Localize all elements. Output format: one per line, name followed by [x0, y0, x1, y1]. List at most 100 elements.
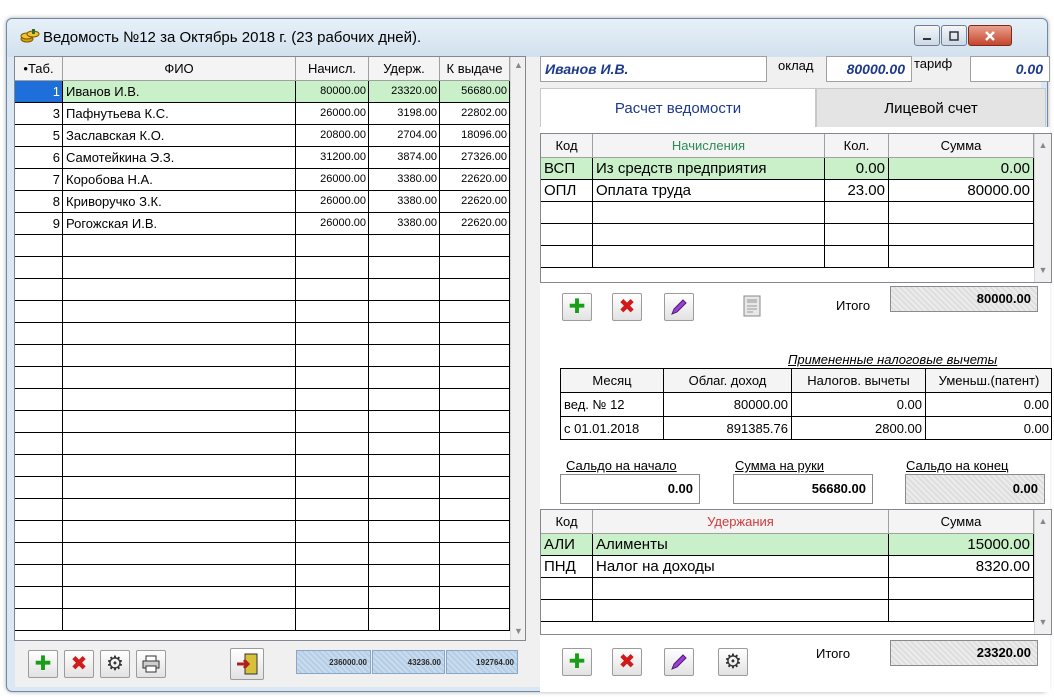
cell-tab[interactable] [15, 455, 63, 477]
deduction-cell-name[interactable]: Налог на доходы [593, 556, 889, 578]
deduction-cell-kod[interactable] [541, 600, 593, 622]
cell-tab[interactable] [15, 411, 63, 433]
cell-k-vydache[interactable] [440, 301, 510, 323]
cell-uderzh[interactable] [369, 301, 440, 323]
delete-employee-button[interactable]: ✖ [64, 650, 94, 678]
accrual-cell-name[interactable] [593, 224, 825, 246]
accruals-scrollbar[interactable]: ▲ ▼ [1034, 134, 1051, 282]
cell-fio[interactable]: Пафнутьева К.С. [63, 103, 296, 125]
print-button[interactable] [136, 650, 166, 678]
cell-fio[interactable] [63, 389, 296, 411]
cell-nach[interactable] [296, 345, 369, 367]
cell-fio[interactable] [63, 411, 296, 433]
edit-deduction-button[interactable] [664, 648, 694, 676]
col-header-tab[interactable]: •Таб. [15, 57, 63, 81]
cell-fio[interactable] [63, 367, 296, 389]
table-row[interactable] [15, 543, 510, 565]
accrual-cell-summa[interactable]: 0.00 [889, 158, 1034, 180]
cell-uderzh[interactable]: 3380.00 [369, 213, 440, 235]
exit-button[interactable] [230, 648, 264, 680]
table-row[interactable] [15, 587, 510, 609]
cell-fio[interactable] [63, 279, 296, 301]
title-bar[interactable]: Ведомость №12 за Октябрь 2018 г. (23 раб… [7, 19, 1047, 57]
table-row[interactable]: 8 Криворучко З.К. 26000.00 3380.00 22620.00 [15, 191, 510, 213]
cell-tab[interactable]: 6 [15, 147, 63, 169]
col-header-fio[interactable]: ФИО [63, 57, 296, 81]
cell-tab[interactable] [15, 345, 63, 367]
cell-k-vydache[interactable] [440, 279, 510, 301]
settings-button[interactable]: ⚙ [100, 650, 130, 678]
cell-uderzh[interactable]: 23320.00 [369, 81, 440, 103]
deduction-cell-summa[interactable]: 8320.00 [889, 556, 1034, 578]
table-row[interactable] [15, 345, 510, 367]
deductions-grid[interactable]: Код Удержания Сумма АЛИ Алименты 15000.00 П… [540, 509, 1052, 635]
cell-k-vydache[interactable] [440, 477, 510, 499]
calc-accrual-button[interactable] [735, 290, 769, 322]
cell-tab[interactable]: 8 [15, 191, 63, 213]
accrual-cell-summa[interactable] [889, 246, 1034, 268]
table-row[interactable] [15, 521, 510, 543]
table-row[interactable]: 7 Коробова Н.А. 26000.00 3380.00 22620.00 [15, 169, 510, 191]
cell-nach[interactable] [296, 301, 369, 323]
cell-fio[interactable] [63, 323, 296, 345]
table-row[interactable] [15, 301, 510, 323]
cell-tab[interactable] [15, 521, 63, 543]
cell-uderzh[interactable]: 3198.00 [369, 103, 440, 125]
tab-licevoy-schet[interactable]: Лицевой счет [816, 88, 1046, 128]
cell-nach[interactable]: 26000.00 [296, 169, 369, 191]
cell-k-vydache[interactable] [440, 609, 510, 631]
employees-grid[interactable]: •Таб. ФИО Начисл. Удерж. К выдаче 1 Ивано… [14, 56, 526, 641]
cell-k-vydache[interactable]: 22620.00 [440, 191, 510, 213]
cell-uderzh[interactable]: 3380.00 [369, 191, 440, 213]
table-row[interactable] [541, 600, 1034, 622]
cell-fio[interactable] [63, 499, 296, 521]
table-row[interactable]: 1 Иванов И.В. 80000.00 23320.00 56680.00 [15, 81, 510, 103]
cell-tab[interactable]: 1 [15, 81, 63, 103]
cell-k-vydache[interactable] [440, 455, 510, 477]
cell-tab[interactable] [15, 609, 63, 631]
cell-k-vydache[interactable] [440, 587, 510, 609]
cell-fio[interactable] [63, 455, 296, 477]
cell-tab[interactable]: 9 [15, 213, 63, 235]
accrual-cell-kod[interactable] [541, 246, 593, 268]
cell-k-vydache[interactable] [440, 367, 510, 389]
table-row[interactable] [15, 279, 510, 301]
cell-tab[interactable] [15, 389, 63, 411]
oklad-field[interactable]: 80000.00 [826, 56, 912, 82]
maximize-button[interactable] [941, 25, 967, 46]
cell-nach[interactable] [296, 257, 369, 279]
cell-uderzh[interactable] [369, 521, 440, 543]
add-deduction-button[interactable]: ✚ [562, 648, 592, 676]
table-row[interactable]: ВСП Из средств предприятия 0.00 0.00 [541, 158, 1034, 180]
delete-accrual-button[interactable]: ✖ [612, 293, 642, 321]
cell-fio[interactable] [63, 301, 296, 323]
table-row[interactable] [15, 455, 510, 477]
scroll-down-icon[interactable]: ▼ [511, 623, 525, 640]
cell-fio[interactable]: Коробова Н.А. [63, 169, 296, 191]
cell-k-vydache[interactable] [440, 433, 510, 455]
accruals-col-kod[interactable]: Код [541, 134, 593, 158]
table-row[interactable]: 5 Заславская К.О. 20800.00 2704.00 18096.00 [15, 125, 510, 147]
cell-nach[interactable] [296, 279, 369, 301]
accrual-cell-kod[interactable]: ВСП [541, 158, 593, 180]
cell-fio[interactable]: Самотейкина Э.З. [63, 147, 296, 169]
accruals-grid[interactable]: Код Начисления Кол. Сумма ВСП Из средств … [540, 133, 1052, 283]
cell-nach[interactable]: 26000.00 [296, 213, 369, 235]
scroll-up-icon[interactable]: ▲ [1035, 513, 1051, 530]
accrual-cell-summa[interactable]: 80000.00 [889, 180, 1034, 202]
scroll-down-icon[interactable]: ▼ [1035, 614, 1051, 631]
cell-tab[interactable]: 3 [15, 103, 63, 125]
cell-uderzh[interactable] [369, 323, 440, 345]
col-header-uderzh[interactable]: Удерж. [369, 57, 440, 81]
accruals-col-kol[interactable]: Кол. [825, 134, 889, 158]
table-row[interactable] [15, 499, 510, 521]
cell-nach[interactable] [296, 499, 369, 521]
deductions-col-kod[interactable]: Код [541, 510, 593, 534]
cell-fio[interactable]: Иванов И.В. [63, 81, 296, 103]
table-row[interactable] [15, 235, 510, 257]
cell-nach[interactable]: 26000.00 [296, 103, 369, 125]
accrual-cell-kod[interactable] [541, 224, 593, 246]
accrual-cell-summa[interactable] [889, 224, 1034, 246]
accrual-cell-kol[interactable] [825, 246, 889, 268]
table-row[interactable] [15, 477, 510, 499]
